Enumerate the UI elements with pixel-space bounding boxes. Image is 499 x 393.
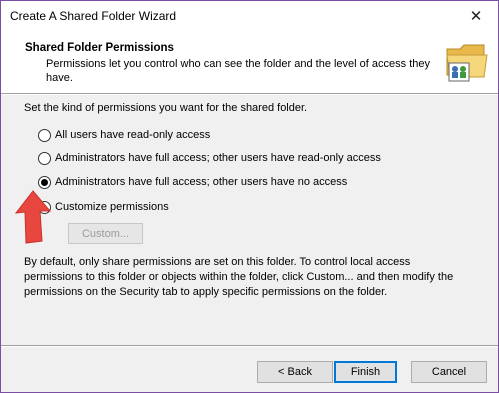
radio-button[interactable] <box>38 151 51 165</box>
title-bar: Create A Shared Folder Wizard ✕ <box>1 1 498 31</box>
radio-admin-full-others-none[interactable]: Administrators have full access; other u… <box>38 174 347 190</box>
radio-button-selected[interactable] <box>38 175 51 189</box>
wizard-body: Set the kind of permissions you want for… <box>1 95 498 345</box>
custom-button[interactable]: Custom... <box>68 223 143 244</box>
wizard-window: Create A Shared Folder Wizard ✕ Shared F… <box>0 0 499 393</box>
close-button[interactable]: ✕ <box>454 1 498 31</box>
radio-read-only[interactable]: All users have read-only access <box>38 127 210 143</box>
finish-button[interactable]: Finish <box>334 361 397 383</box>
shared-folder-icon <box>446 44 488 82</box>
info-text: By default, only share permissions are s… <box>24 256 454 298</box>
radio-selected-dot <box>41 178 48 186</box>
back-button[interactable]: < Back <box>257 361 333 383</box>
radio-label: Administrators have full access; other u… <box>55 176 348 188</box>
radio-label: All users have read-only access <box>55 129 211 141</box>
close-icon: ✕ <box>469 8 483 25</box>
cancel-button[interactable]: Cancel <box>411 361 487 383</box>
permissions-prompt: Set the kind of permissions you want for… <box>24 102 308 114</box>
radio-admin-full-others-read[interactable]: Administrators have full access; other u… <box>38 150 381 166</box>
radio-label: Administrators have full access; other u… <box>55 152 381 164</box>
red-arrow-icon <box>14 190 52 244</box>
footer-separator <box>1 345 498 347</box>
radio-button[interactable] <box>38 128 51 142</box>
header-title: Shared Folder Permissions <box>25 42 174 54</box>
window-title: Create A Shared Folder Wizard <box>10 9 177 23</box>
radio-label: Customize permissions <box>55 201 169 213</box>
wizard-header: Shared Folder Permissions Permissions le… <box>1 31 498 93</box>
radio-customize[interactable]: Customize permissions <box>38 199 169 215</box>
header-description: Permissions let you control who can see … <box>46 58 430 84</box>
